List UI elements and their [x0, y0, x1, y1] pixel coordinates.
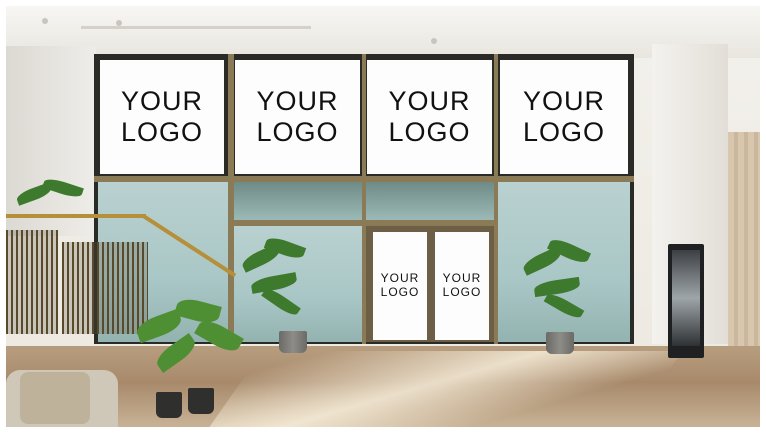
handrail — [141, 214, 237, 278]
glass-pane — [234, 182, 362, 220]
logo-billboard: YOUR LOGO — [235, 60, 360, 174]
ceiling-camera — [42, 18, 48, 24]
plant-pot — [156, 392, 182, 418]
logo-billboard: YOUR LOGO — [100, 60, 224, 174]
ceiling-spotlight — [431, 38, 437, 44]
logo-text-line2: LOGO — [522, 117, 606, 147]
plant-pot — [546, 332, 574, 354]
door-logo-panel: YOUR LOGO — [373, 232, 427, 340]
logo-text-line2: LOGO — [120, 117, 204, 147]
armchair-cushion — [20, 372, 90, 424]
plant-leaf — [194, 315, 244, 357]
railing-panel — [6, 230, 58, 334]
kiosk-screen — [672, 250, 700, 346]
logo-billboard: YOUR LOGO — [500, 60, 628, 174]
logo-text-line2: LOGO — [380, 285, 420, 299]
ceiling-light-track — [81, 26, 311, 29]
logo-text-line2: LOGO — [388, 117, 471, 147]
plant-pot — [279, 331, 307, 353]
plant-leaf — [533, 276, 581, 298]
potted-palm — [516, 235, 596, 356]
logo-text-line1: YOUR — [120, 85, 203, 116]
glass-pane — [366, 182, 494, 220]
plant-pot — [188, 388, 214, 414]
potted-plant — [133, 295, 246, 421]
frame-mullion — [494, 54, 498, 344]
armchair — [6, 364, 126, 427]
lobby-photo: YOUR LOGO YOUR LOGO YOUR LOGO YOUR LOGO … — [6, 6, 760, 427]
logo-text-line2: LOGO — [442, 285, 482, 299]
sunlight-reflection — [209, 351, 683, 427]
door-logo-panel: YOUR LOGO — [435, 232, 489, 340]
logo-text-line1: YOUR — [256, 85, 339, 116]
plant-leaf — [261, 285, 301, 319]
logo-text-line1: YOUR — [388, 85, 471, 116]
logo-text-line1: YOUR — [380, 271, 420, 286]
plant-leaf — [543, 290, 585, 322]
logo-billboard: YOUR LOGO — [367, 60, 492, 174]
ceiling — [6, 6, 760, 58]
plant-leaf — [152, 333, 200, 373]
logo-text-line2: LOGO — [256, 117, 339, 147]
frame-transom — [94, 176, 634, 182]
curtain — [728, 132, 760, 346]
frame-mullion — [362, 54, 366, 344]
logo-text-line1: YOUR — [442, 271, 482, 286]
potted-plant — [11, 176, 91, 218]
frame-transom — [228, 220, 498, 226]
digital-signage-kiosk — [668, 244, 704, 358]
plant-leaf — [174, 295, 222, 327]
plant-leaf — [42, 176, 84, 200]
ceiling-spotlight — [116, 20, 122, 26]
logo-text-line1: YOUR — [522, 85, 605, 116]
